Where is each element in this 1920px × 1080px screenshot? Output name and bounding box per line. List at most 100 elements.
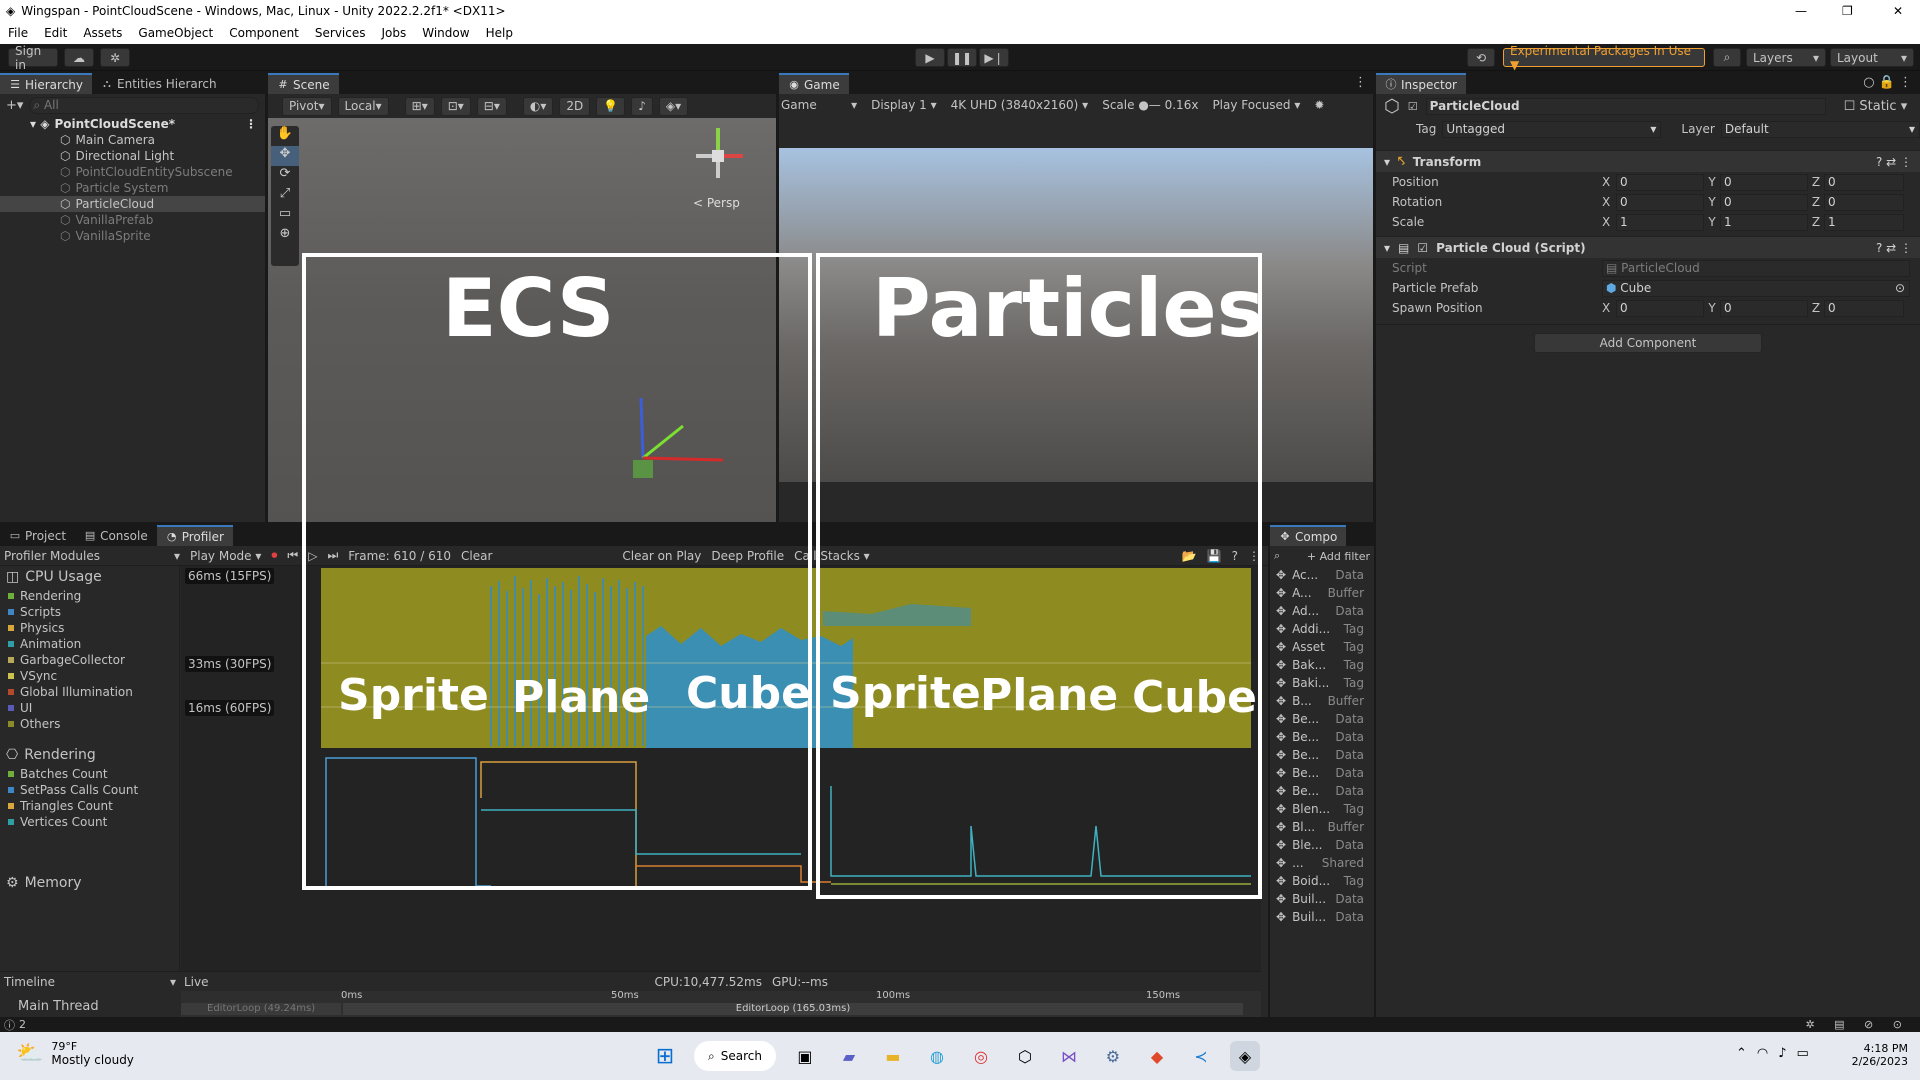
- menu-edit[interactable]: Edit: [36, 26, 75, 40]
- rect-tool-icon[interactable]: ▭: [271, 206, 299, 226]
- visual-studio-icon[interactable]: ⋈: [1054, 1041, 1084, 1071]
- component-type-item[interactable]: ✥ Buil... Data: [1270, 890, 1374, 908]
- hierarchy-item[interactable]: ⬡ Directional Light: [0, 148, 265, 164]
- legend-item[interactable]: UI: [0, 700, 179, 716]
- game-view-dropdown[interactable]: Game ▾: [781, 98, 857, 112]
- tab-components[interactable]: ✥ Compo: [1270, 525, 1347, 546]
- gizmos-icon[interactable]: ✹: [1314, 98, 1324, 112]
- hierarchy-item[interactable]: ⬡ VanillaSprite: [0, 228, 265, 244]
- component-type-item[interactable]: ✥ Boid... Tag: [1270, 872, 1374, 890]
- prev-frame-icon[interactable]: ⏮: [287, 548, 298, 563]
- enabled-checkbox[interactable]: ☑: [1417, 241, 1428, 255]
- chevron-up-icon[interactable]: ⌃: [1736, 1046, 1747, 1061]
- add-filter-button[interactable]: + Add filter: [1307, 550, 1370, 563]
- component-menu-icon[interactable]: ? ⇄ ⋮: [1876, 155, 1912, 169]
- editor-loop-small[interactable]: EditorLoop (49.24ms): [181, 1003, 341, 1015]
- component-type-item[interactable]: ✥ Be... Data: [1270, 782, 1374, 800]
- history-icon[interactable]: ⟲: [1467, 48, 1495, 67]
- play-mode-dropdown[interactable]: Play Mode ▾: [190, 549, 261, 563]
- component-type-item[interactable]: ✥ Bak... Tag: [1270, 656, 1374, 674]
- more-icon[interactable]: ⋮: [245, 117, 257, 131]
- layers-dropdown[interactable]: Layers ▾: [1746, 48, 1826, 67]
- tab-hierarchy[interactable]: ☰ Hierarchy: [0, 73, 93, 94]
- unity-hub-icon[interactable]: ⬡: [1010, 1041, 1040, 1071]
- task-view-icon[interactable]: ▣: [790, 1041, 820, 1071]
- cloud-icon[interactable]: ☁: [64, 48, 94, 67]
- search-box[interactable]: ⌕ Search: [694, 1041, 776, 1071]
- position-x-field[interactable]: 0: [1616, 173, 1704, 191]
- menu-gameobject[interactable]: GameObject: [130, 26, 221, 40]
- object-picker-icon[interactable]: ⊙: [1895, 281, 1905, 295]
- tab-scene[interactable]: # Scene: [268, 73, 339, 94]
- hierarchy-item[interactable]: ⬡ PointCloudEntitySubscene: [0, 164, 265, 180]
- scale-tool-icon[interactable]: ⤢: [271, 186, 299, 206]
- layout-dropdown[interactable]: Layout ▾: [1830, 48, 1914, 67]
- 2d-toggle[interactable]: 2D: [559, 96, 591, 116]
- hierarchy-search-input[interactable]: ⌕ All: [29, 96, 259, 114]
- legend-item[interactable]: Global Illumination: [0, 684, 179, 700]
- resolution-dropdown[interactable]: 4K UHD (3840x2160) ▾: [951, 98, 1089, 112]
- step-button[interactable]: ▶❘: [979, 48, 1009, 67]
- vscode-icon[interactable]: ≺: [1186, 1041, 1216, 1071]
- position-y-field[interactable]: 0: [1720, 173, 1808, 191]
- lighting-icon[interactable]: 💡: [596, 96, 626, 116]
- rotation-y-field[interactable]: 0: [1720, 193, 1808, 211]
- record-icon[interactable]: ⏺: [271, 548, 277, 563]
- browser-icon[interactable]: ◍: [922, 1041, 952, 1071]
- tag-dropdown[interactable]: Untagged ▾: [1442, 120, 1662, 138]
- clock[interactable]: 4:18 PM 2/26/2023: [1842, 1042, 1908, 1068]
- audio-icon[interactable]: ♪: [631, 96, 653, 116]
- search-icon[interactable]: ⌕: [1713, 48, 1741, 67]
- spawn-z-field[interactable]: 0: [1824, 299, 1904, 317]
- component-type-item[interactable]: ✥ Be... Data: [1270, 728, 1374, 746]
- volume-icon[interactable]: ♪: [1778, 1046, 1786, 1061]
- menu-services[interactable]: Services: [307, 26, 374, 40]
- scale-z-field[interactable]: 1: [1824, 213, 1904, 231]
- play-focused-dropdown[interactable]: Play Focused ▾: [1212, 98, 1300, 112]
- component-type-item[interactable]: ✥ Ac... Data: [1270, 566, 1374, 584]
- add-icon[interactable]: +▾: [6, 98, 23, 113]
- spawn-x-field[interactable]: 0: [1616, 299, 1704, 317]
- unity-editor-icon[interactable]: ◈: [1229, 1041, 1260, 1071]
- tray-icons[interactable]: ⌃ ◠ ♪ ▭: [1736, 1046, 1809, 1061]
- pause-button[interactable]: ❚❚: [947, 48, 977, 67]
- component-type-item[interactable]: ✥ Be... Data: [1270, 710, 1374, 728]
- collab-icon[interactable]: ✲: [100, 48, 130, 67]
- move-tool-icon[interactable]: ✥: [271, 146, 299, 166]
- chat-icon[interactable]: ▰: [834, 1041, 864, 1071]
- display-dropdown[interactable]: Display 1 ▾: [871, 98, 937, 112]
- particle-cloud-header[interactable]: ▾ ▤ ☑ Particle Cloud (Script) ? ⇄ ⋮: [1376, 236, 1920, 258]
- scene-gizmo-icon[interactable]: [678, 118, 768, 208]
- settings-icon[interactable]: ⚙: [1098, 1041, 1128, 1071]
- timeline-view-dropdown[interactable]: Timeline ▾: [0, 975, 180, 989]
- hierarchy-item[interactable]: ⬡ Main Camera: [0, 132, 265, 148]
- file-explorer-icon[interactable]: ▬: [878, 1041, 908, 1071]
- component-menu-icon[interactable]: ? ⇄ ⋮: [1876, 241, 1912, 255]
- rotation-z-field[interactable]: 0: [1824, 193, 1904, 211]
- component-type-item[interactable]: ✥ Be... Data: [1270, 764, 1374, 782]
- play-button[interactable]: ▶: [915, 48, 945, 67]
- legend-item[interactable]: Scripts: [0, 604, 179, 620]
- timeline-track[interactable]: 0ms 50ms 100ms 150ms EditorLoop (49.24ms…: [181, 990, 1261, 1017]
- static-checkbox[interactable]: ☐ Static ▾: [1844, 99, 1908, 114]
- spawn-y-field[interactable]: 0: [1720, 299, 1808, 317]
- legend-item[interactable]: Batches Count: [0, 766, 179, 782]
- grid-snap-icon[interactable]: ⊡▾: [440, 96, 471, 116]
- experimental-packages-dropdown[interactable]: Experimental Packages In Use ▼: [1503, 44, 1705, 72]
- menu-jobs[interactable]: Jobs: [374, 26, 415, 40]
- menu-file[interactable]: File: [0, 26, 36, 40]
- pivot-dropdown[interactable]: Pivot ▾: [282, 96, 332, 116]
- hierarchy-item[interactable]: ⬡ VanillaPrefab: [0, 212, 265, 228]
- legend-item[interactable]: SetPass Calls Count: [0, 782, 179, 798]
- scale-y-field[interactable]: 1: [1720, 213, 1808, 231]
- legend-item[interactable]: Others: [0, 716, 179, 732]
- rendering-module-header[interactable]: ⎔ Rendering: [0, 744, 179, 766]
- tab-entities-hierarchy[interactable]: ⛬ Entities Hierarch: [92, 73, 226, 94]
- tab-inspector[interactable]: ⓘ Inspector: [1376, 73, 1466, 94]
- more-icon[interactable]: ⋮: [1354, 75, 1367, 90]
- menu-assets[interactable]: Assets: [75, 26, 130, 40]
- scale-slider[interactable]: Scale ●— 0.16x: [1102, 98, 1198, 112]
- cpu-module-header[interactable]: ◫ CPU Usage: [0, 566, 179, 588]
- rotation-x-field[interactable]: 0: [1616, 193, 1704, 211]
- component-type-item[interactable]: ✥ Buil... Data: [1270, 908, 1374, 926]
